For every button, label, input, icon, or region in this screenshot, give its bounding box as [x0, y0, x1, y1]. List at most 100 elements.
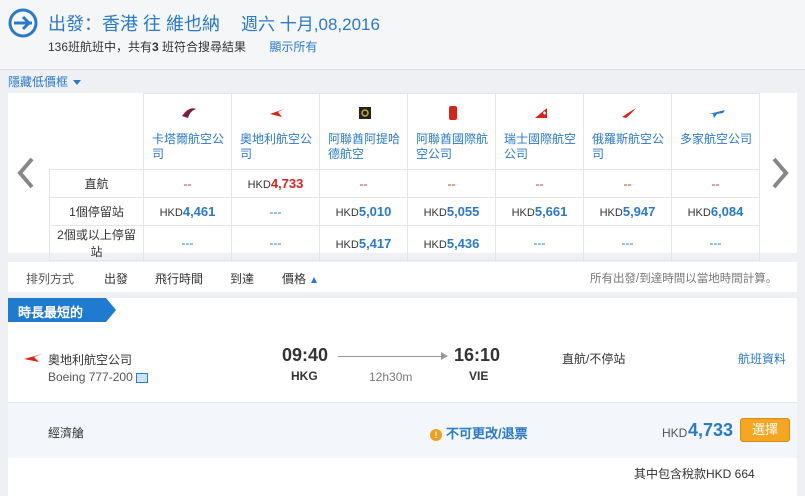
price-cell[interactable]: HKD4,461 — [143, 197, 232, 226]
airline-name: 俄羅斯航空公司 — [592, 132, 665, 161]
tax-note: 其中包含稅款HKD 664 — [634, 467, 755, 481]
price-cell[interactable]: HKD5,055 — [407, 197, 496, 226]
etihad-airways-logo-icon — [358, 107, 371, 119]
fare-price: 4,733 — [688, 420, 734, 440]
departure-time: 09:40 — [282, 345, 329, 365]
fare-rule[interactable]: ! 不可更改/退票 — [430, 423, 528, 442]
austrian-airlines-logo-icon — [269, 109, 284, 117]
sort-by-price-label: 價格 — [282, 272, 307, 286]
sort-by-departure[interactable]: 出發 — [104, 270, 128, 287]
swiss-logo-icon — [534, 108, 547, 118]
price-cell[interactable]: HKD5,436 — [407, 225, 496, 261]
no-fare-dash: -- — [711, 176, 720, 191]
sort-by-price[interactable]: 價格 — [282, 270, 318, 287]
price-cell[interactable]: HKD5,947 — [583, 197, 672, 226]
price-cell-currency: HKD — [159, 207, 183, 219]
price-cell-amount: 4,733 — [270, 176, 304, 191]
airline-name: 阿聯酋阿提哈德航空 — [328, 132, 401, 161]
price-cell[interactable]: HKD6,084 — [671, 197, 760, 226]
price-cell[interactable]: HKD5,661 — [495, 197, 584, 226]
price-cell: -- — [407, 169, 496, 198]
sort-by-arrival[interactable]: 到達 — [230, 270, 254, 287]
price-cell-currency: HKD — [599, 207, 623, 219]
hide-price-matrix-label: 隱藏低價框 — [8, 75, 69, 89]
price-cell: --- — [231, 225, 320, 261]
airline-name: 阿聯酋國際航空公司 — [416, 132, 489, 161]
summary-pre: 136班航班中，共有 — [48, 40, 153, 54]
airline-name: 奧地利航空公司 — [48, 353, 133, 367]
price-cell-amount: 5,055 — [446, 204, 480, 219]
no-fare-dash: -- — [183, 176, 192, 191]
price-cell: --- — [495, 225, 584, 261]
price-cell-amount: 4,461 — [182, 204, 216, 219]
price-cell[interactable]: HKD5,417 — [319, 225, 408, 261]
search-header: 出發：香港 往 維也納 週六 十月,08,2016 136班航班中，共有3 班符… — [0, 0, 805, 70]
info-icon: ! — [430, 428, 442, 441]
no-fare-dash: -- — [535, 176, 544, 191]
sort-bar: 排列方式 出發 飛行時間 到達 價格 所有出發/到達時間以當地時間計算。 — [8, 262, 797, 292]
hide-price-matrix-toggle[interactable]: 隱藏低價框 — [8, 73, 82, 90]
airline-header-row: 卡塔爾航空公司 奧地利航空公司 阿聯酋阿提哈德航空 阿聯酋國際航空公司 瑞士國際… — [49, 93, 760, 170]
aircraft-photo-icon[interactable] — [135, 372, 148, 383]
airline-col-aeroflot[interactable]: 俄羅斯航空公司 — [583, 93, 672, 170]
fare-rule-label: 不可更改/退票 — [446, 426, 528, 441]
price-cell-currency: HKD — [687, 207, 711, 219]
show-all-link[interactable]: 顯示所有 — [269, 40, 317, 54]
departure-airport: HKG — [291, 369, 318, 383]
price-cell: -- — [671, 169, 760, 198]
summary-post: 班符合搜尋結果 — [158, 40, 247, 54]
flight-details-link[interactable]: 航班資料 — [738, 350, 786, 367]
price-cell-amount: 5,436 — [446, 235, 480, 251]
airline-col-swiss[interactable]: 瑞士國際航空公司 — [495, 93, 584, 170]
fare-row: 經濟艙 ! 不可更改/退票 HKD 4,733 選擇 — [8, 402, 797, 458]
price-cell[interactable]: HKD4,733 — [231, 169, 320, 198]
price-cell-currency: HKD — [335, 238, 359, 251]
price-cell: --- — [231, 197, 320, 226]
airline-col-emirates[interactable]: 阿聯酋國際航空公司 — [407, 93, 496, 170]
price-cell-currency: HKD — [511, 207, 535, 219]
arrival-time: 16:10 — [454, 345, 501, 365]
flight-search-icon — [8, 8, 38, 38]
airline-col-qatar[interactable]: 卡塔爾航空公司 — [143, 93, 232, 170]
flight-arrow — [338, 352, 448, 360]
qatar-airways-logo-icon — [181, 108, 196, 118]
airline-col-etihad[interactable]: 阿聯酋阿提哈德航空 — [319, 93, 408, 170]
price-currency: HKD — [662, 426, 688, 440]
price-rows: 直航 -- HKD4,733 -- -- -- -- -- 1個停留站 HKD4,461 --- HK… — [49, 169, 760, 261]
stops-row-label: 直航 — [49, 169, 144, 198]
price-row: 2個或以上停留站 --- --- HKD5,417 HKD5,436 --- --- --- — [49, 225, 760, 261]
no-fare-dash: --- — [533, 236, 546, 250]
shortest-duration-tag: 時長最短的 — [8, 298, 116, 322]
price-cell: -- — [583, 169, 672, 198]
multiple-airlines-icon — [708, 110, 725, 118]
flight-duration: 12h30m — [369, 370, 413, 384]
sort-by-duration[interactable]: 飛行時間 — [155, 270, 203, 287]
price-row: 直航 -- HKD4,733 -- -- -- -- -- — [49, 169, 760, 198]
no-fare-dash: -- — [447, 176, 456, 191]
price-matrix: 卡塔爾航空公司 奧地利航空公司 阿聯酋阿提哈德航空 阿聯酋國際航空公司 瑞士國際… — [8, 93, 797, 261]
price-cell: --- — [671, 225, 760, 261]
no-fare-dash: --- — [269, 204, 282, 219]
price-cell: --- — [143, 225, 232, 261]
price-cell-amount: 6,084 — [710, 204, 744, 219]
price-cell-amount: 5,947 — [622, 204, 656, 219]
route-title: 出發：香港 往 維也納 週六 十月,08,2016 — [48, 10, 380, 36]
airline-col-multiple[interactable]: 多家航空公司 — [671, 93, 760, 170]
price-cell: -- — [143, 169, 232, 198]
result-summary: 136班航班中，共有3 班符合搜尋結果 顯示所有 — [48, 38, 317, 55]
no-fare-dash: --- — [709, 236, 722, 250]
price-cell-amount: 5,417 — [358, 235, 392, 251]
no-fare-dash: --- — [181, 236, 194, 250]
airline-col-austrian[interactable]: 奧地利航空公司 — [231, 93, 320, 170]
chevron-right-icon[interactable] — [768, 153, 792, 193]
chevron-left-icon[interactable] — [14, 153, 38, 193]
price-cell[interactable]: HKD5,010 — [319, 197, 408, 226]
summary-count: 3 — [152, 40, 159, 54]
aircraft-type: Boeing 777-200 — [48, 370, 148, 384]
select-button[interactable]: 選擇 — [740, 418, 790, 442]
to-word: 往 — [143, 14, 162, 34]
sort-label: 排列方式 — [26, 272, 75, 286]
arrival-airport: VIE — [469, 369, 489, 383]
airline-name: 卡塔爾航空公司 — [152, 132, 225, 161]
price-cell: -- — [319, 169, 408, 198]
